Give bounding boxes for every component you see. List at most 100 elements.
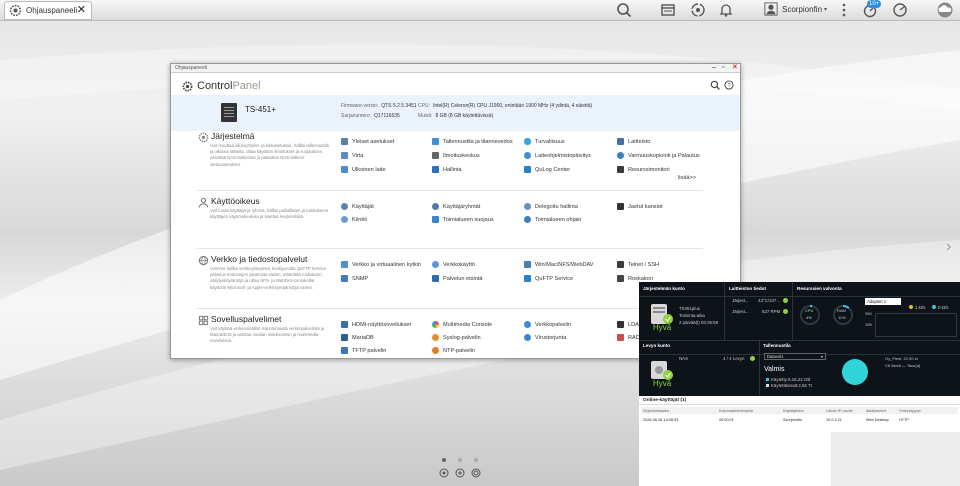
chevron-down-icon: ▾ xyxy=(820,354,823,359)
item-storage-snapshots[interactable]: Tallennustila ja tilannevedos xyxy=(432,138,513,145)
snmp-icon xyxy=(341,275,348,282)
item-users[interactable]: Käyttäjät xyxy=(341,203,374,210)
desktop-app-icon[interactable] xyxy=(455,468,465,478)
item-backup-restore[interactable]: Varmuuskopiointi ja Palautus xyxy=(617,152,700,159)
item-network-access[interactable]: Verkkokäyttö xyxy=(432,261,475,268)
item-user-groups[interactable]: Käyttäjäryhmät xyxy=(432,203,480,210)
desktop-page-dot[interactable] xyxy=(474,458,478,462)
item-quftp-service[interactable]: QuFTP Service xyxy=(524,275,573,282)
section-description: Voit luoda käyttäjiä ja ryhmiä, hallita … xyxy=(210,208,329,220)
item-mariadb[interactable]: MariaDB xyxy=(341,334,374,341)
recycle-bin-icon xyxy=(617,275,624,282)
search-icon[interactable] xyxy=(616,2,632,18)
help-icon[interactable]: ? xyxy=(724,80,734,90)
item-recycle-bin[interactable]: Roskakori xyxy=(617,275,653,282)
storage-title: Tallennustila xyxy=(763,343,791,348)
item-notification-center[interactable]: Ilmoituskeskus xyxy=(432,152,480,159)
status-ok-dot xyxy=(750,356,755,361)
shared-folder-icon xyxy=(617,203,624,210)
more-options-icon[interactable] xyxy=(836,2,852,18)
storage-pie xyxy=(842,359,868,385)
disk-label: NAS xyxy=(679,356,689,361)
task-manager-icon[interactable] xyxy=(660,2,676,18)
hw-temp-label: Järjest... xyxy=(732,298,749,303)
item-administration[interactable]: Hallinta xyxy=(432,166,462,173)
item-domain-controller[interactable]: Toimialueen ohjain xyxy=(524,216,581,223)
shield-icon xyxy=(524,138,531,145)
chevron-down-icon: ▾ xyxy=(824,6,828,13)
item-ntp-server[interactable]: NTP-palvelin xyxy=(432,347,475,354)
network-access-icon xyxy=(432,261,439,268)
firmware-info: Firmware-versio: QTS 5.2.5.3451 xyxy=(341,103,417,109)
item-quota[interactable]: Kiintiö xyxy=(341,216,367,223)
more-link[interactable]: lisää>> xyxy=(678,175,696,181)
item-domain-security[interactable]: Toimialueen suojaus xyxy=(432,216,494,223)
resource-gauge-icon[interactable] xyxy=(892,2,908,18)
desktop-page-dot[interactable] xyxy=(442,458,446,462)
antivirus-icon xyxy=(524,334,531,341)
volume-select[interactable]: Datavol1 ▾ xyxy=(764,353,826,360)
window-titlebar[interactable]: Ohjauspaneeli – ▫ ✕ xyxy=(171,64,740,73)
item-hdmi-display-apps[interactable]: HDMI-näyttösovellukset xyxy=(341,321,411,328)
table-cell: 2026-06-26 14:08:33 xyxy=(643,418,679,422)
nas-device-image xyxy=(221,103,237,122)
item-web-server[interactable]: Verkkopalvelin xyxy=(524,321,571,328)
item-power[interactable]: Virta xyxy=(341,152,363,159)
minimize-button[interactable]: – xyxy=(712,64,716,72)
users-icon xyxy=(341,203,348,210)
search-icon[interactable] xyxy=(710,80,720,90)
tab-control-panel[interactable]: Ohjauspaneeli ✕ xyxy=(4,1,92,20)
app-logo: Control Panel xyxy=(182,80,261,92)
network-chart xyxy=(875,313,957,337)
item-network-virtual-switch[interactable]: Verkko ja virtuaalinen kytkin xyxy=(341,261,421,268)
desktop-page-dot[interactable] xyxy=(458,458,462,462)
item-resource-monitor[interactable]: Resurssimonitori xyxy=(617,166,670,173)
close-tab-button[interactable]: ✕ xyxy=(77,5,86,16)
item-snmp[interactable]: SNMP xyxy=(341,275,368,282)
item-multimedia-console[interactable]: Multimedia Console xyxy=(432,321,492,328)
desktop-app-icon[interactable] xyxy=(471,468,481,478)
item-security[interactable]: Turvallisuus xyxy=(524,138,565,145)
item-service-discovery[interactable]: Palvelun etsintä xyxy=(432,275,483,282)
used-legend xyxy=(766,378,769,381)
cloud-icon[interactable] xyxy=(934,2,956,18)
item-syslog-server[interactable]: Syslog-palvelin xyxy=(432,334,481,341)
item-tftp-server[interactable]: TFTP palvelin xyxy=(341,347,386,354)
desktop-app-icon[interactable] xyxy=(439,468,449,478)
backup-icon xyxy=(617,152,624,159)
item-qulog-center[interactable]: QuLog Center xyxy=(524,166,570,173)
cpu-label: CPU xyxy=(805,308,814,313)
external-device-icon xyxy=(341,166,348,173)
item-telnet-ssh[interactable]: Telnet / SSH xyxy=(617,261,659,268)
item-external-device[interactable]: Ulkoinen laite xyxy=(341,166,386,173)
section-title: Järjestelmä xyxy=(211,131,255,141)
disk-count: 4 / 4 Levyn xyxy=(723,356,745,361)
database-icon xyxy=(341,334,348,341)
item-shared-folders[interactable]: Jaetut kansiot xyxy=(617,203,663,210)
item-general-settings[interactable]: Yleiset asetukset xyxy=(341,138,394,145)
notification-bell-icon[interactable] xyxy=(718,2,734,18)
memory-info: Muisti: 8 GB (8 GB käytettävissä) xyxy=(418,113,494,119)
item-delegated-admin[interactable]: Delegoitu hallinta xyxy=(524,203,578,210)
user-icon xyxy=(198,197,209,208)
username: Scorpionfin xyxy=(782,4,823,14)
health-uptime-label: Toiminta-aika xyxy=(679,313,705,318)
resource-monitor-icon xyxy=(617,166,624,173)
network-icon xyxy=(341,261,348,268)
item-hardware[interactable]: Laitteisto xyxy=(617,138,650,145)
multimedia-icon xyxy=(432,321,439,328)
online-users-header: Online-käyttäjät (1) xyxy=(639,396,960,405)
maximize-button[interactable]: ▫ xyxy=(722,64,724,72)
resource-monitor-title: Resurssien valvonta xyxy=(797,286,842,291)
sync-icon[interactable] xyxy=(690,2,706,18)
item-win-mac-nfs[interactable]: Win/Mac/NFS/WebDAV xyxy=(524,261,594,268)
user-menu[interactable]: Scorpionfin ▾ xyxy=(764,2,827,16)
rx-legend-dot xyxy=(909,305,913,309)
item-firmware-update[interactable]: Laiteohjelmistopäivitys xyxy=(524,152,591,159)
adapter-select[interactable]: Adapteri 1 xyxy=(865,298,901,305)
next-desktop-arrow[interactable]: › xyxy=(946,238,951,256)
close-window-button[interactable]: ✕ xyxy=(732,64,738,72)
column-header: Käyttäjänimi xyxy=(783,409,804,413)
item-antivirus[interactable]: Virustorjunta xyxy=(524,334,566,341)
section-title: Verkko ja tiedostopalvelut xyxy=(211,254,308,264)
